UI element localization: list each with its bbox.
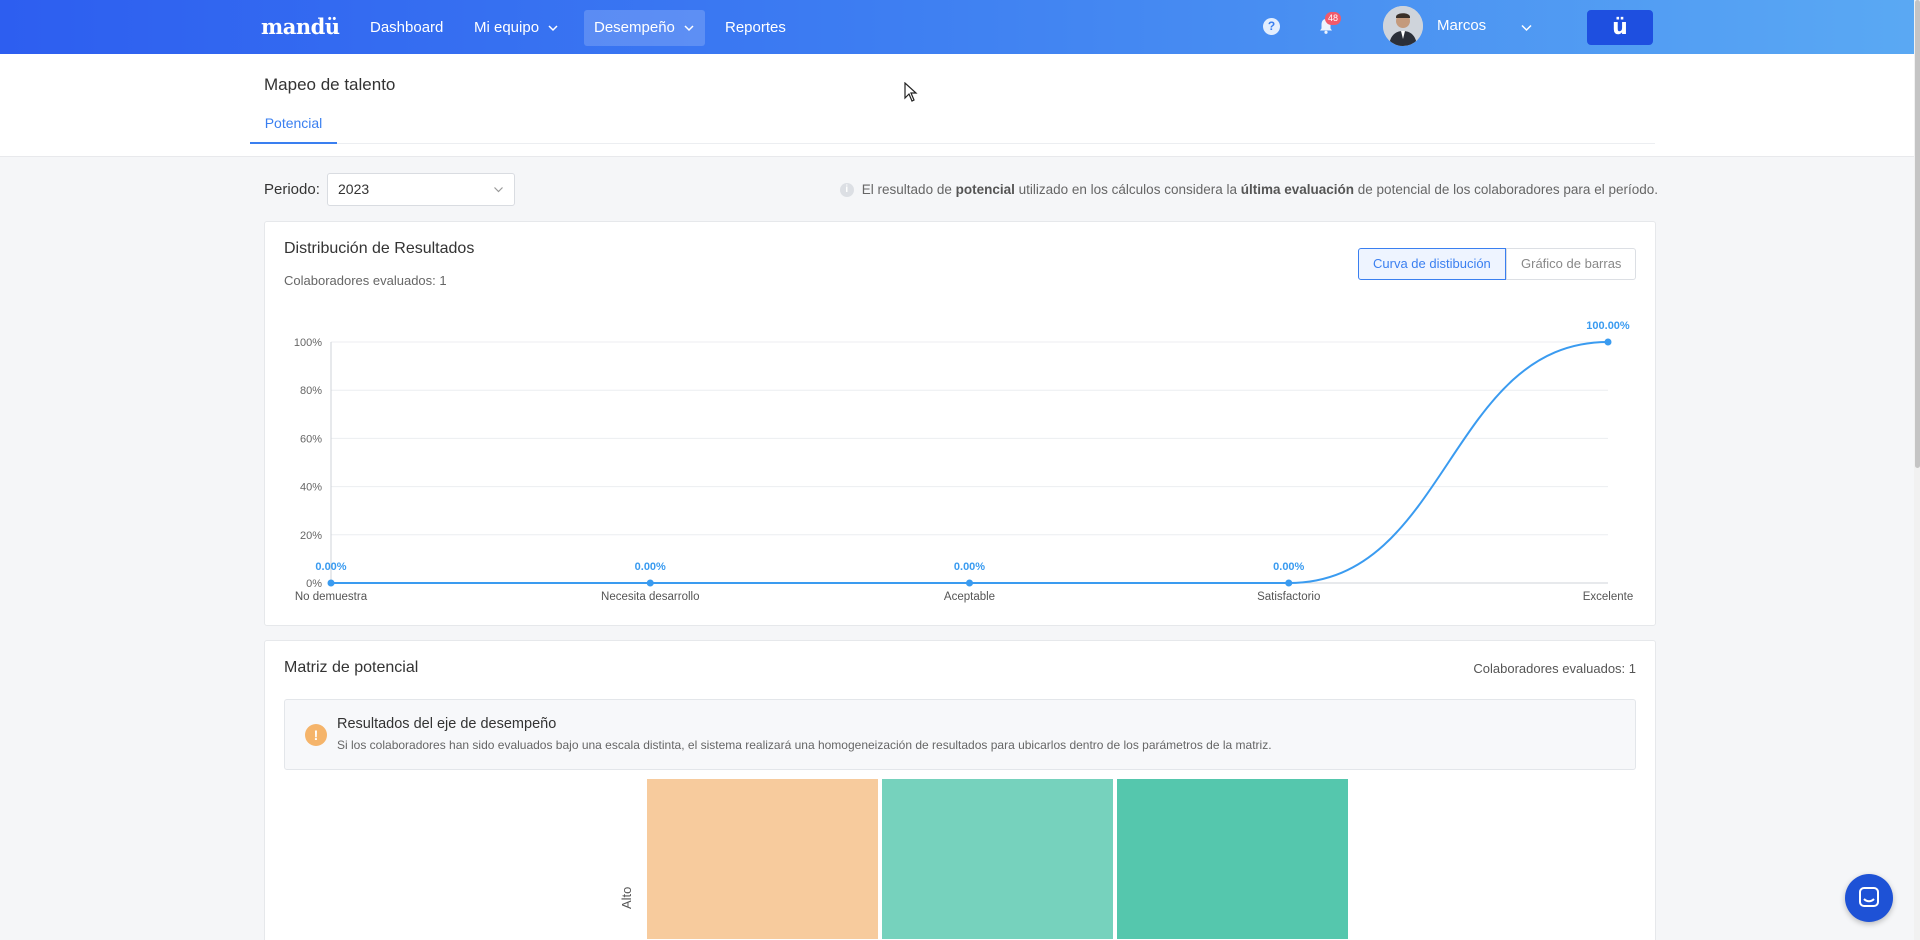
scrollbar-thumb[interactable] (1915, 0, 1920, 468)
nav-mi-equipo-label: Mi equipo (474, 19, 540, 36)
chevron-down-icon (548, 25, 558, 32)
chevron-down-icon[interactable] (1520, 21, 1533, 34)
chart-point (646, 579, 654, 587)
info-note: i El resultado de potencial utilizado en… (839, 182, 1658, 197)
toggle-curve-button[interactable]: Curva de distibución (1358, 248, 1506, 280)
warning-icon: ! (305, 724, 327, 746)
chart-ytick-label: 40% (300, 482, 322, 494)
period-select[interactable]: 2023 (327, 173, 515, 206)
period-label: Periodo: (264, 181, 320, 198)
chevron-down-icon (684, 25, 694, 32)
chart-data-label: 0.00% (315, 561, 346, 573)
chart-ytick-label: 20% (300, 530, 322, 542)
chat-icon (1859, 887, 1879, 907)
chart-series-line (331, 341, 1609, 584)
nav-reportes-label: Reportes (725, 19, 786, 36)
chart-xtick-label: Excelente (1583, 591, 1634, 603)
matrix-title: Matriz de potencial (284, 659, 419, 676)
chart-data-label: 0.00% (635, 561, 666, 573)
page-header: Mapeo de talento Potencial (0, 54, 1914, 157)
chart-data-label: 100.00% (1586, 320, 1630, 332)
info-note-text: El resultado de potencial utilizado en l… (861, 182, 1658, 197)
info-icon: i (839, 182, 854, 197)
avatar-photo (1383, 6, 1423, 46)
tab-divider (250, 143, 1655, 144)
chart-point (1285, 579, 1293, 587)
distribution-card: Distribución de Resultados Colaboradores… (264, 221, 1656, 626)
chart-ytick-label: 80% (300, 385, 322, 397)
distribution-chart: 0% 20% 40% 60% 80% 100% 0.00% No demuestra 0.00%… (294, 320, 1634, 603)
tab-potencial[interactable]: Potencial (250, 106, 337, 144)
alert-text: Si los colaboradores han sido evaluados … (337, 738, 1272, 752)
matrix-row-label-alto: Alto (619, 886, 634, 909)
chart-data-label: 0.00% (1273, 561, 1304, 573)
alert-title: Resultados del eje de desempeño (337, 716, 557, 732)
chart-ytick-label: 100% (294, 337, 322, 349)
user-name[interactable]: Marcos (1437, 17, 1486, 34)
chart-xtick-label: Satisfactorio (1257, 591, 1320, 603)
period-select-value: 2023 (338, 181, 370, 197)
matrix-cell[interactable] (882, 779, 1113, 939)
chart-xtick-label: No demuestra (295, 591, 368, 603)
avatar[interactable] (1383, 6, 1423, 46)
matrix-count: Colaboradores evaluados: 1 (1473, 661, 1636, 676)
chart-point (966, 579, 973, 587)
chart-ytick-label: 0% (306, 578, 322, 590)
chart-xtick-label: Necesita desarrollo (601, 591, 699, 603)
chat-launcher-button[interactable] (1845, 874, 1893, 922)
mandu-brand-button[interactable]: ü (1587, 10, 1653, 45)
matrix-card: Matriz de potencial Colaboradores evalua… (264, 640, 1656, 940)
mouse-cursor-icon (904, 82, 918, 102)
mandu-logo[interactable]: mandü (261, 14, 340, 39)
nav-dashboard[interactable]: Dashboard (360, 10, 453, 46)
matrix-cell[interactable] (647, 779, 878, 939)
nav-dashboard-label: Dashboard (370, 19, 444, 36)
chart-point (327, 579, 335, 587)
notification-badge: 48 (1325, 12, 1342, 25)
chart-data-label: 0.00% (954, 561, 985, 573)
chart-point (1604, 338, 1612, 346)
matrix-cell[interactable] (1117, 779, 1348, 939)
nav-reportes[interactable]: Reportes (715, 10, 796, 46)
nav-desempeno[interactable]: Desempeño (584, 10, 705, 46)
top-navbar: mandü Dashboard Mi equipo Desempeño Repo… (0, 0, 1920, 54)
nav-desempeno-label: Desempeño (594, 19, 675, 36)
chevron-down-icon (494, 187, 503, 193)
page-title: Mapeo de talento (264, 75, 396, 94)
help-icon[interactable]: ? (1263, 18, 1280, 35)
chart-ytick-label: 60% (300, 433, 322, 445)
alert-box: ! Resultados del eje de desempeño Si los… (284, 699, 1636, 770)
chart-xtick-label: Aceptable (944, 591, 995, 603)
nav-mi-equipo[interactable]: Mi equipo (464, 10, 569, 46)
